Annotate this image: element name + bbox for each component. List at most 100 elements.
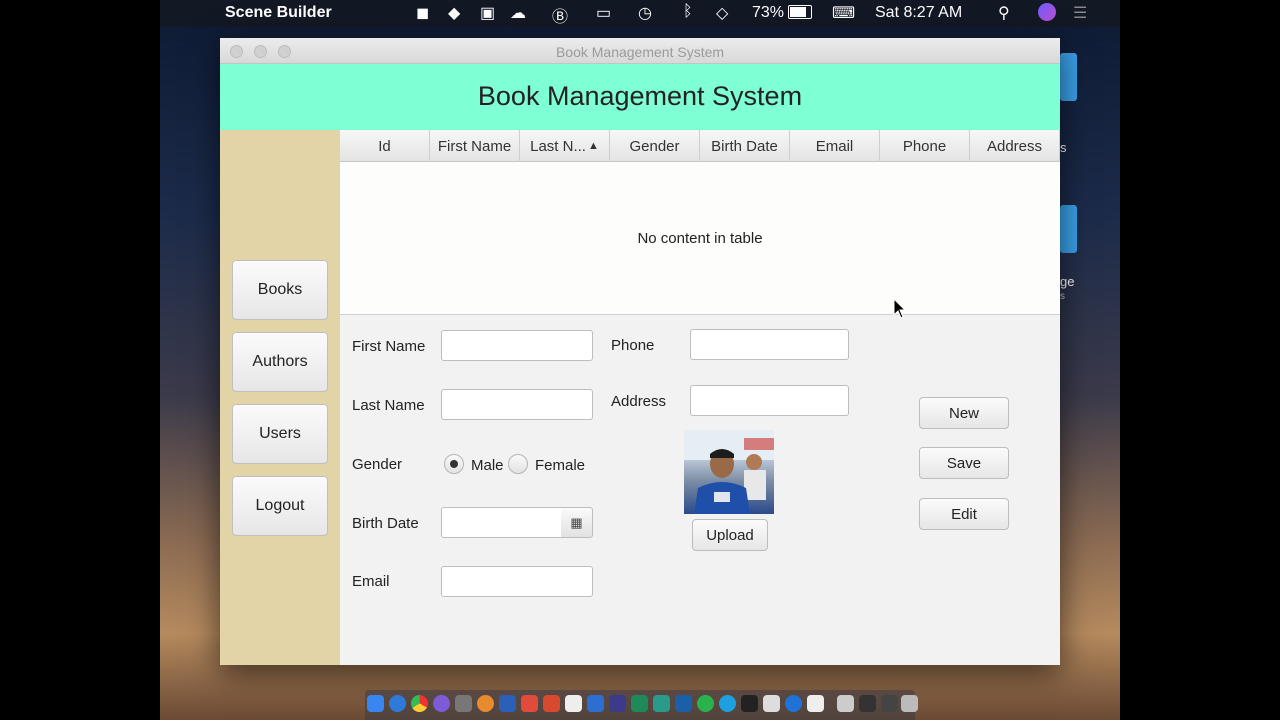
app-icon[interactable]: [697, 695, 714, 712]
menubar-clock[interactable]: Sat 8:27 AM: [875, 4, 962, 22]
desktop-file-label: s: [1060, 140, 1067, 155]
users-table[interactable]: Id First Name Last N... ▲ Gender Birth Da…: [340, 130, 1060, 315]
settings-icon[interactable]: [455, 695, 472, 712]
battery-icon[interactable]: [788, 5, 812, 19]
cloud-upload-icon[interactable]: ☁: [510, 3, 526, 23]
app-header: Book Management System: [220, 64, 1060, 130]
app-icon[interactable]: [785, 695, 802, 712]
notes-icon[interactable]: [565, 695, 582, 712]
keyboard-icon[interactable]: ⌨: [832, 3, 855, 23]
search-icon[interactable]: ⚲: [998, 3, 1010, 23]
b-icon[interactable]: Ⓑ: [552, 3, 568, 27]
airplay-icon[interactable]: ▭: [596, 3, 611, 23]
column-header-label: Last N...: [530, 137, 586, 155]
document-icon[interactable]: [837, 695, 854, 712]
column-header-label: First Name: [437, 137, 512, 155]
intellij-icon[interactable]: [609, 695, 626, 712]
first-name-field[interactable]: [441, 330, 593, 361]
upload-button[interactable]: Upload: [692, 519, 768, 551]
viber-icon[interactable]: [433, 695, 450, 712]
column-header-label: Phone: [902, 137, 947, 155]
last-name-field[interactable]: [441, 389, 593, 420]
menubar-app-name[interactable]: Scene Builder: [225, 4, 332, 22]
birth-date-label: Birth Date: [352, 515, 419, 532]
mouse-cursor-icon: [893, 298, 907, 319]
chrome-icon[interactable]: [411, 695, 428, 712]
stop-record-icon[interactable]: ◼: [416, 3, 429, 23]
column-header-gender[interactable]: Gender: [610, 130, 700, 162]
table-header: Id First Name Last N... ▲ Gender Birth Da…: [340, 130, 1060, 162]
column-header-phone[interactable]: Phone: [880, 130, 970, 162]
email-field[interactable]: [441, 566, 593, 597]
column-header-id[interactable]: Id: [340, 130, 430, 162]
column-header-address[interactable]: Address: [970, 130, 1060, 162]
column-header-label: Id: [378, 137, 391, 155]
menubar: Scene Builder ◼ ◆ ▣ ☁ Ⓑ ▭ ◷ ᛒ ◇ 73% ⌨ Sa…: [160, 0, 1120, 27]
teamviewer-icon[interactable]: ▣: [480, 3, 495, 23]
logout-button[interactable]: Logout: [232, 476, 328, 536]
phone-label: Phone: [611, 337, 655, 354]
finder-icon[interactable]: [367, 695, 384, 712]
first-name-label: First Name: [352, 338, 426, 355]
sidebar-item-books[interactable]: Books: [232, 260, 328, 320]
app-icon[interactable]: [653, 695, 670, 712]
calendar-app-icon[interactable]: [521, 695, 538, 712]
new-button[interactable]: New: [919, 397, 1009, 429]
app-icon[interactable]: [807, 695, 824, 712]
calendar-icon: ▦: [570, 514, 583, 530]
wifi-icon[interactable]: ◇: [716, 3, 728, 23]
app-icon[interactable]: [587, 695, 604, 712]
terminal-icon[interactable]: [741, 695, 758, 712]
birth-date-field[interactable]: [441, 507, 562, 538]
sort-ascending-icon: ▲: [587, 140, 599, 152]
edit-button[interactable]: Edit: [919, 498, 1009, 530]
dock: [365, 690, 918, 720]
gender-male-radio[interactable]: [444, 454, 464, 474]
window-titlebar[interactable]: Book Management System: [220, 38, 1060, 64]
app-icon[interactable]: [543, 695, 560, 712]
notification-center-icon[interactable]: ☰: [1073, 3, 1087, 23]
column-header-last-name[interactable]: Last N... ▲: [520, 130, 610, 162]
window-icon[interactable]: [881, 695, 898, 712]
scene-builder-icon[interactable]: [631, 695, 648, 712]
bluetooth-icon[interactable]: ᛒ: [683, 3, 693, 21]
dropbox-icon[interactable]: ◆: [448, 3, 460, 23]
window-title: Book Management System: [555, 44, 725, 60]
app-icon[interactable]: [675, 695, 692, 712]
sidebar: Books Authors Users Logout: [220, 130, 340, 665]
sidebar-item-authors[interactable]: Authors: [232, 332, 328, 392]
app-icon[interactable]: [763, 695, 780, 712]
phone-field[interactable]: [690, 329, 849, 360]
column-header-first-name[interactable]: First Name: [430, 130, 520, 162]
gender-female-label[interactable]: Female: [535, 457, 585, 474]
column-header-birth-date[interactable]: Birth Date: [700, 130, 790, 162]
calendar-picker-button[interactable]: ▦: [561, 507, 593, 538]
battery-percent: 73%: [752, 4, 785, 21]
desktop-file-icon[interactable]: [1060, 53, 1077, 101]
gender-female-radio[interactable]: [508, 454, 528, 474]
time-machine-icon[interactable]: ◷: [638, 3, 652, 23]
app-window: Book Management System Book Management S…: [220, 38, 1060, 665]
siri-icon[interactable]: [1038, 3, 1056, 21]
save-button[interactable]: Save: [919, 447, 1009, 479]
user-photo: [684, 430, 774, 514]
gender-male-label[interactable]: Male: [471, 457, 504, 474]
column-header-label: Email: [815, 137, 854, 155]
gender-label: Gender: [352, 456, 403, 473]
desktop-file-icon[interactable]: [1060, 205, 1077, 253]
sidebar-item-users[interactable]: Users: [232, 404, 328, 464]
email-label: Email: [352, 573, 390, 590]
window-icon[interactable]: [859, 695, 876, 712]
app-icon[interactable]: [477, 695, 494, 712]
address-label: Address: [611, 393, 667, 410]
word-icon[interactable]: [499, 695, 516, 712]
column-header-label: Gender: [629, 137, 680, 155]
address-field[interactable]: [690, 385, 849, 416]
teamviewer-dock-icon[interactable]: [719, 695, 736, 712]
trash-icon[interactable]: [901, 695, 918, 712]
safari-icon[interactable]: [389, 695, 406, 712]
table-empty-message: No content in table: [637, 230, 763, 247]
desktop: Scene Builder ◼ ◆ ▣ ☁ Ⓑ ▭ ◷ ᛒ ◇ 73% ⌨ Sa…: [160, 0, 1120, 720]
column-header-email[interactable]: Email: [790, 130, 880, 162]
column-header-label: Birth Date: [711, 137, 778, 155]
